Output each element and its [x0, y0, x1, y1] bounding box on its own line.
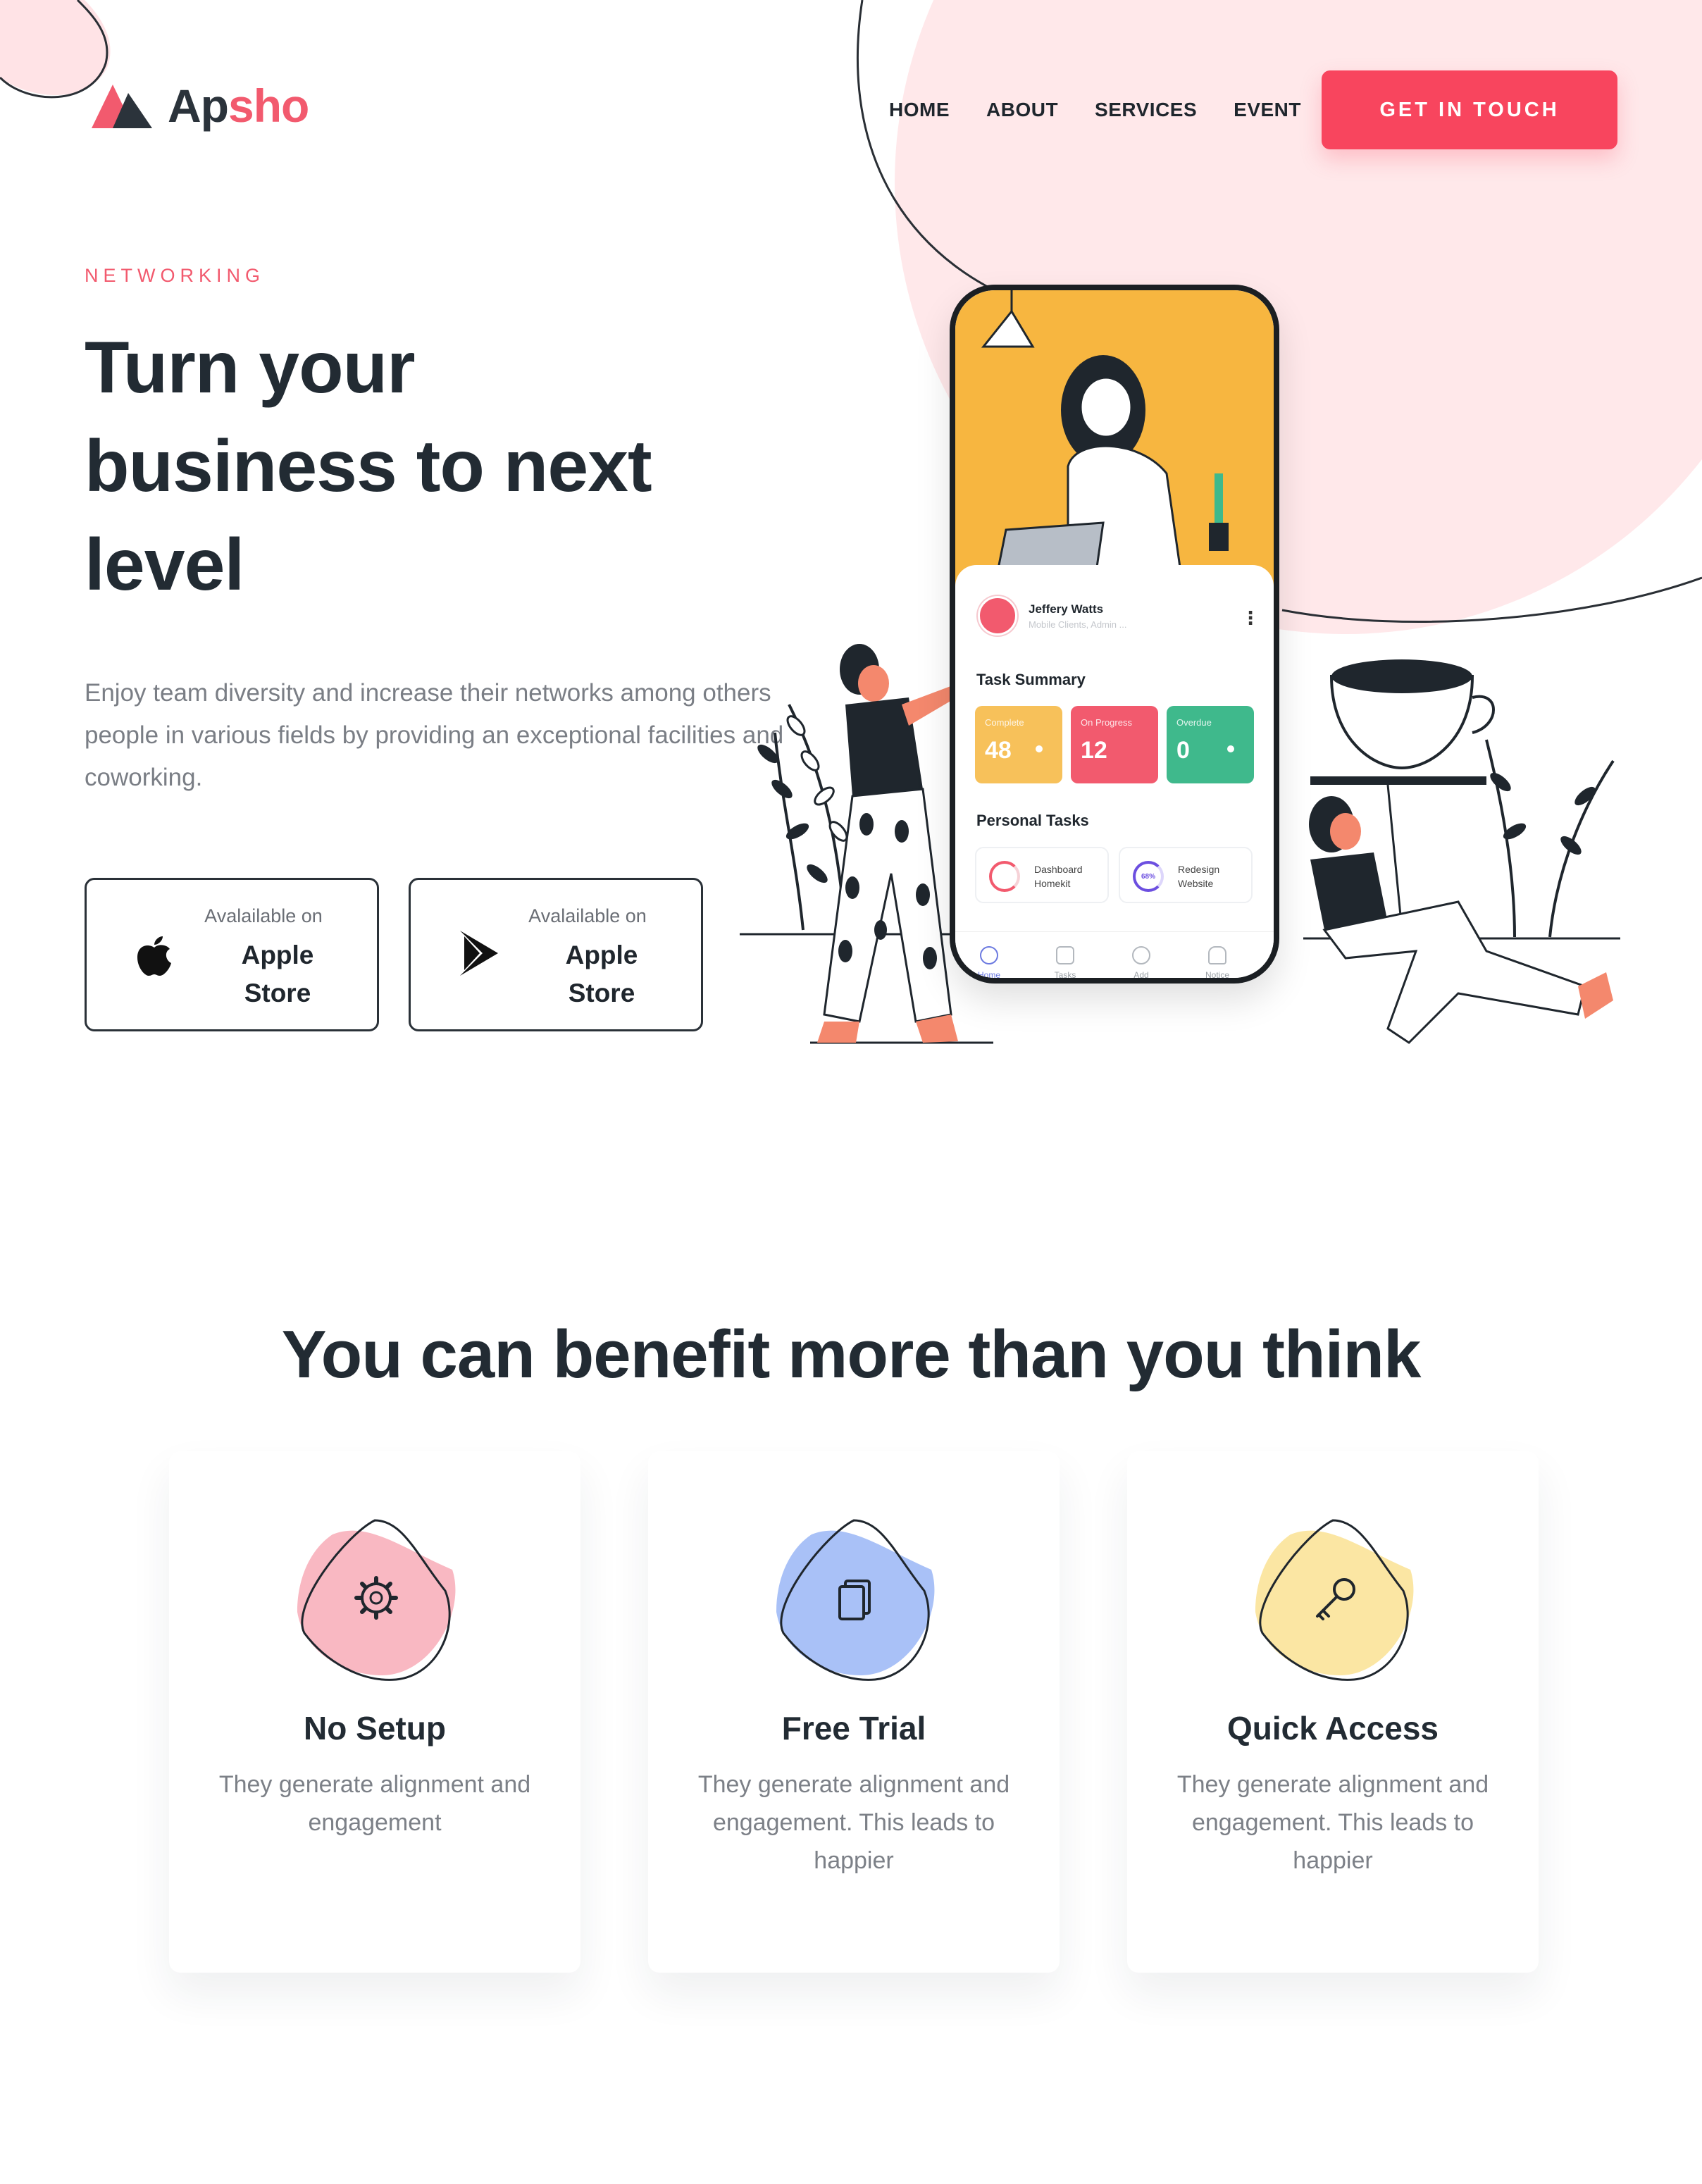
tab-label: Tasks: [1054, 970, 1076, 980]
stat-dot: [1227, 745, 1234, 752]
document-icon: [776, 1519, 935, 1681]
benefit-card-quick-access: Quick Access They generate alignment and…: [1127, 1451, 1539, 1973]
avatar: [978, 596, 1017, 635]
benefit-description: They generate alignment and engagement. …: [1176, 1771, 1489, 1874]
phone-user-row: Jeffery Watts Mobile Clients, Admin ...: [978, 596, 1126, 635]
logo-mark-icon: [92, 85, 152, 128]
tab-add[interactable]: Add: [1113, 946, 1169, 980]
store-available-label: Avalailable on: [204, 905, 323, 926]
nav-about[interactable]: ABOUT: [986, 99, 1058, 121]
stat-overdue: Overdue 0: [1167, 706, 1254, 783]
store-name: Apple Store: [225, 936, 330, 1012]
task-title: Redesign Website: [1178, 862, 1219, 891]
tab-label: Home: [977, 970, 1000, 980]
hero-eyebrow: NETWORKING: [85, 265, 265, 286]
phone-task-card: Jeffery Watts Mobile Clients, Admin ... …: [955, 565, 1274, 980]
hero-description: Enjoy team diversity and increase their …: [85, 679, 784, 791]
task-title: Dashboard Homekit: [1034, 862, 1083, 891]
apple-icon: [137, 936, 171, 976]
phone-personal-tasks-heading: Personal Tasks: [976, 812, 1089, 829]
benefit-card-free-trial: Free Trial They generate alignment and e…: [648, 1451, 1060, 1973]
standing-woman: [817, 644, 964, 1043]
tab-tasks[interactable]: Tasks: [1037, 946, 1093, 980]
tab-home[interactable]: Home: [961, 946, 1017, 980]
tab-label: Add: [1133, 970, 1149, 980]
stat-label: Overdue: [1176, 717, 1212, 728]
store-name-line2: Store: [244, 979, 311, 1007]
app-store-button[interactable]: Avalailable on Apple Store: [85, 878, 379, 1031]
nav-home[interactable]: HOME: [889, 99, 950, 121]
benefit-title: No Setup: [304, 1710, 446, 1746]
get-in-touch-button[interactable]: GET IN TOUCH: [1322, 70, 1617, 149]
phone-user-name: Jeffery Watts: [1029, 602, 1104, 616]
tab-label: Notice: [1205, 970, 1229, 980]
progress-ring: 68%: [1133, 861, 1164, 892]
task-title-line2: Homekit: [1034, 878, 1071, 889]
phone-task-summary-heading: Task Summary: [976, 671, 1086, 688]
hero-title-line2: business to next: [85, 426, 652, 507]
phone-tab-bar: Home Tasks Add Notice: [955, 931, 1274, 980]
task-redesign-website[interactable]: 68% Redesign Website: [1119, 847, 1253, 903]
brand-name: Apsho: [168, 79, 309, 132]
stat-dot: [1036, 745, 1043, 752]
nav-event[interactable]: EVENT: [1234, 99, 1301, 121]
grid-icon: [1056, 946, 1074, 964]
stat-complete: Complete 48: [975, 706, 1062, 783]
add-icon: [1132, 946, 1150, 964]
task-title-line2: Website: [1178, 878, 1214, 889]
benefit-card-no-setup: No Setup They generate alignment and eng…: [169, 1451, 580, 1973]
progress-ring: [989, 861, 1020, 892]
nav-services[interactable]: SERVICES: [1095, 99, 1197, 121]
more-options-icon[interactable]: ⋮: [1241, 607, 1260, 629]
stat-label: Complete: [985, 717, 1024, 728]
store-available-label: Avalailable on: [528, 905, 647, 926]
bell-icon: [1208, 946, 1226, 964]
user-icon: [980, 946, 998, 964]
phone-user-subtitle: Mobile Clients, Admin ...: [1029, 619, 1127, 630]
tab-notice[interactable]: Notice: [1189, 946, 1246, 980]
store-name: Apple Store: [549, 936, 654, 1012]
stat-value: 48: [985, 737, 1012, 764]
task-dashboard-homekit[interactable]: Dashboard Homekit: [975, 847, 1109, 903]
gear-icon: [297, 1519, 456, 1681]
store-name-line1: Apple: [241, 941, 314, 969]
woman-laptop-illustration: [981, 290, 1251, 575]
phone-mockup: Jeffery Watts Mobile Clients, Admin ... …: [950, 285, 1279, 984]
task-title-line1: Redesign: [1178, 864, 1220, 875]
brand-name-part2: sho: [228, 80, 309, 132]
hero-title: Turn your business to next level: [85, 318, 789, 614]
hero-title-line1: Turn your: [85, 327, 416, 409]
play-store-button[interactable]: Avalailable on Apple Store: [409, 878, 703, 1031]
stat-label: On Progress: [1081, 717, 1132, 728]
play-store-icon: [460, 931, 498, 976]
stat-value: 0: [1176, 737, 1190, 764]
store-name-line2: Store: [568, 979, 635, 1007]
brand-logo[interactable]: Apsho: [85, 77, 309, 134]
hero-title-line3: level: [85, 524, 244, 606]
stat-value: 12: [1081, 737, 1107, 764]
brand-name-part1: Ap: [168, 80, 229, 132]
sitting-woman: [1309, 796, 1613, 1044]
store-name-line1: Apple: [565, 941, 638, 969]
task-title-line1: Dashboard: [1034, 864, 1083, 875]
benefit-description: They generate alignment and engagement. …: [697, 1771, 1010, 1874]
main-nav: HOME ABOUT SERVICES EVENT: [889, 99, 1301, 121]
benefit-description: They generate alignment and engagement: [218, 1771, 531, 1836]
key-icon: [1255, 1519, 1414, 1681]
stat-on-progress: On Progress 12: [1071, 706, 1158, 783]
benefit-title: Quick Access: [1226, 1710, 1439, 1746]
benefit-title: Free Trial: [781, 1710, 926, 1746]
benefits-title: You can benefit more than you think: [281, 1317, 1422, 1392]
phone-header-illustration: [955, 290, 1274, 586]
